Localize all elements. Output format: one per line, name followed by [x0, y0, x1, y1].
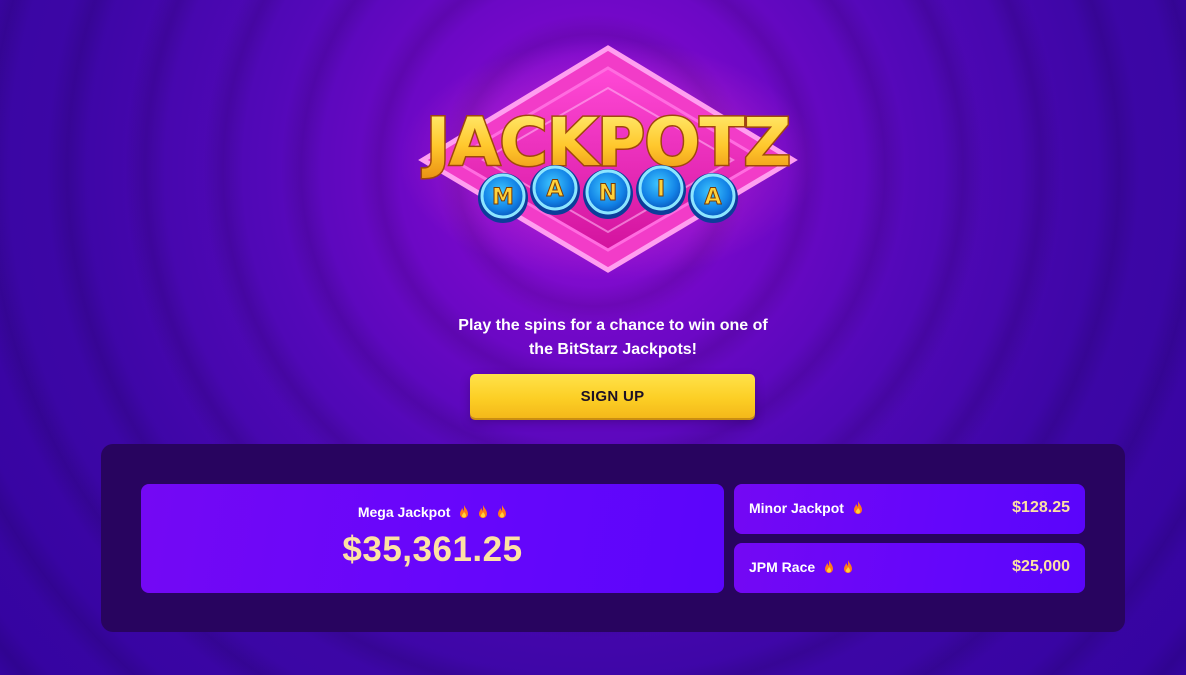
jackpotz-mania-logo: JACKPOTZ M A N I A [398, 40, 818, 280]
minor-jackpot-card: Minor Jackpot $128.25 [734, 484, 1085, 534]
fire-icon [825, 560, 834, 573]
svg-text:M: M [492, 185, 514, 210]
minor-jackpot-value: $128.25 [1012, 499, 1070, 516]
sign-up-button[interactable]: SIGN UP [470, 374, 755, 418]
mega-jackpot-label: Mega Jackpot [357, 504, 451, 520]
fire-icon [498, 505, 507, 518]
promo-line-2: the BitStarz Jackpots! [528, 341, 698, 358]
minor-jackpot-label: Minor Jackpot [749, 500, 844, 516]
svg-text:N: N [599, 181, 617, 206]
fire-icon [479, 505, 488, 518]
fire-icon [853, 501, 862, 514]
mega-jackpot-label-row: Mega Jackpot [141, 504, 724, 520]
promo-text: Play the spins for a chance to win one o… [393, 314, 833, 362]
jpm-race-card: JPM Race $25,000 [734, 543, 1085, 593]
jpm-race-label-row: JPM Race [749, 559, 853, 575]
fire-icon [460, 505, 469, 518]
jackpots-panel: Mega Jackpot $35,361.25 Minor Jackpot $1… [101, 444, 1125, 632]
jpm-race-label: JPM Race [749, 559, 816, 575]
fire-icon [843, 560, 852, 573]
svg-text:A: A [704, 185, 721, 210]
svg-text:A: A [546, 177, 563, 202]
promo-line-1: Play the spins for a chance to win one o… [458, 317, 768, 334]
jpm-race-value: $25,000 [1012, 558, 1070, 575]
mega-jackpot-card: Mega Jackpot $35,361.25 [141, 484, 724, 593]
svg-text:I: I [657, 177, 665, 202]
minor-jackpot-label-row: Minor Jackpot [749, 500, 863, 516]
mega-jackpot-value: $35,361.25 [342, 530, 523, 569]
